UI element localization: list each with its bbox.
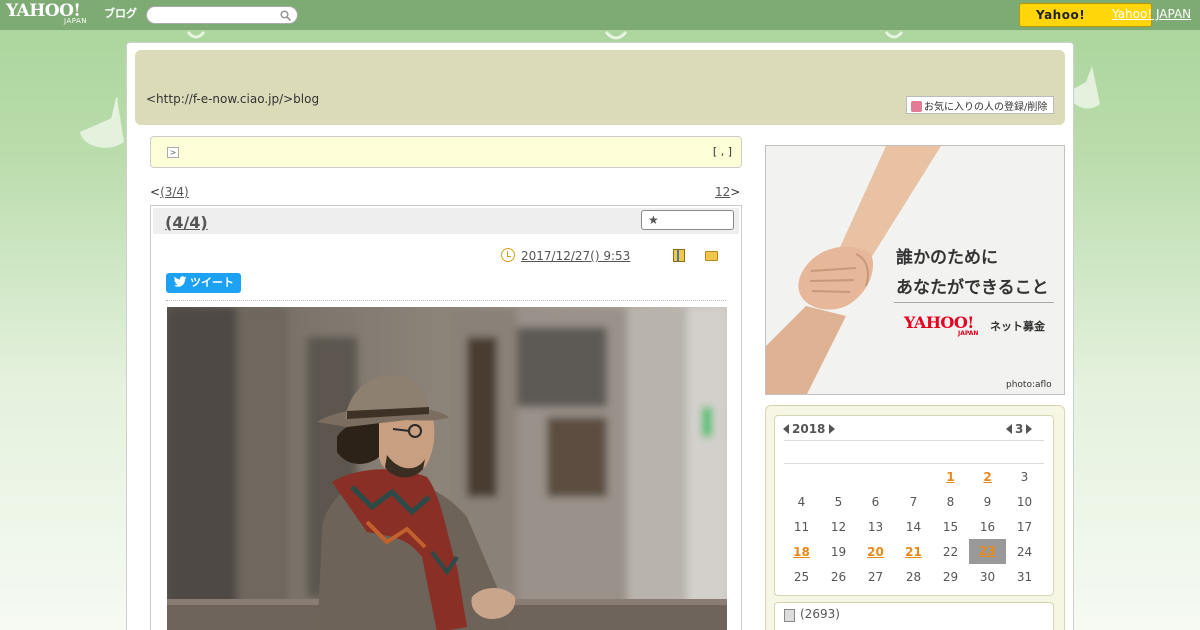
yahoo-japan-link[interactable]: Yahoo! JAPAN bbox=[1112, 7, 1191, 21]
calendar-day[interactable]: 1 bbox=[932, 467, 969, 487]
calendar-day: 8 bbox=[946, 495, 955, 509]
yahoo-blog-logo[interactable]: YAHOO! JAPAN ブログ bbox=[6, 2, 141, 28]
article-photo[interactable] bbox=[167, 307, 727, 630]
calendar-day: 5 bbox=[834, 495, 843, 509]
calendar-day[interactable]: 20 bbox=[857, 542, 894, 562]
logo-sub: JAPAN bbox=[64, 17, 88, 25]
star-icon: ★ bbox=[648, 213, 659, 227]
calendar-day: 4 bbox=[797, 495, 806, 509]
ad-photo-credit: photo:aflo bbox=[1006, 380, 1052, 390]
calendar-day[interactable]: 18 bbox=[783, 542, 820, 562]
folder-icon[interactable] bbox=[705, 251, 718, 261]
tweet-label: ツイート bbox=[190, 276, 234, 289]
search-icon[interactable] bbox=[280, 10, 291, 21]
calendar-day: 29 bbox=[942, 570, 959, 584]
calendar-day: 9 bbox=[983, 495, 992, 509]
ad-yahoo-logo-sub: JAPAN bbox=[958, 330, 979, 337]
prev-arrow: < bbox=[150, 185, 161, 199]
calendar-day: 25 bbox=[793, 570, 810, 584]
prev-year-icon[interactable] bbox=[783, 424, 789, 434]
arrow-right-icon[interactable]: > bbox=[167, 147, 179, 158]
next-year-icon[interactable] bbox=[829, 424, 835, 434]
article-date[interactable]: 2017/12/27() 9:53 bbox=[521, 249, 630, 263]
calendar-day: 6 bbox=[871, 495, 880, 509]
ad-headline-1: 誰かのために bbox=[896, 248, 998, 268]
calendar-day: 12 bbox=[830, 520, 847, 534]
calendar-day: 14 bbox=[905, 520, 922, 534]
notice-bar: > [ , ] bbox=[150, 136, 742, 168]
next-arrow: > bbox=[730, 185, 741, 199]
entry-count: (2693) bbox=[800, 607, 840, 621]
top-bar: YAHOO! JAPAN ブログ Yahoo! Yahoo! JAPAN bbox=[0, 0, 1200, 30]
favorite-button-label: お気に入りの人の登録/削除 bbox=[924, 102, 1048, 113]
calendar-day: 16 bbox=[979, 520, 996, 534]
search-input[interactable] bbox=[153, 8, 277, 22]
calendar-day: 22 bbox=[942, 545, 959, 559]
calendar-month: 3 bbox=[1015, 422, 1024, 436]
calendar-day: 24 bbox=[1016, 545, 1033, 559]
twitter-bird-icon bbox=[174, 276, 187, 287]
ad-service-name: ネット募金 bbox=[990, 320, 1045, 333]
clock-icon bbox=[501, 248, 515, 262]
article-header: (4/4) ★ bbox=[153, 208, 739, 234]
calendar-day: 26 bbox=[830, 570, 847, 584]
holding-hands-image bbox=[766, 146, 1064, 394]
calendar-day: 3 bbox=[1020, 470, 1029, 484]
notice-bracket: [ , ] bbox=[712, 145, 732, 158]
calendar-day: 28 bbox=[905, 570, 922, 584]
next-month-icon[interactable] bbox=[1026, 424, 1032, 434]
logo-service: ブログ bbox=[104, 7, 137, 20]
calendar-day: 15 bbox=[942, 520, 959, 534]
calendar-day: 7 bbox=[909, 495, 918, 509]
calendar-day: 19 bbox=[830, 545, 847, 559]
blog-url: <http://f-e-now.ciao.jp/>blog bbox=[146, 92, 320, 106]
ad-headline-2: あなたができること bbox=[896, 278, 1049, 298]
calendar-day[interactable]: 23 bbox=[969, 539, 1006, 564]
calendar-divider-top bbox=[784, 440, 1044, 441]
calendar-day: 10 bbox=[1016, 495, 1033, 509]
heart-icon bbox=[911, 101, 922, 112]
calendar-day: 30 bbox=[979, 570, 996, 584]
calendar-divider-weekdays bbox=[784, 463, 1044, 464]
prev-nav: <(3/4) bbox=[150, 185, 189, 199]
next-nav: 12> bbox=[715, 185, 740, 199]
yahoo-donation-ad[interactable] bbox=[765, 145, 1065, 395]
calendar-day[interactable]: 21 bbox=[895, 542, 932, 562]
calendar-day: 27 bbox=[867, 570, 884, 584]
calendar-day: 11 bbox=[793, 520, 810, 534]
calendar-day: 13 bbox=[867, 520, 884, 534]
book-icon[interactable] bbox=[673, 249, 685, 262]
prev-article-link[interactable]: (3/4) bbox=[160, 185, 189, 199]
ad-divider bbox=[894, 302, 1054, 303]
calendar-year: 2018 bbox=[792, 422, 826, 436]
favorite-register-button[interactable]: お気に入りの人の登録/削除 bbox=[906, 96, 1054, 114]
prev-month-icon[interactable] bbox=[1006, 424, 1012, 434]
calendar-day: 17 bbox=[1016, 520, 1033, 534]
article: (4/4) ★ 2017/12/27() 9:53 ツイート bbox=[150, 205, 742, 630]
tweet-button[interactable]: ツイート bbox=[166, 273, 241, 293]
document-icon bbox=[784, 609, 795, 622]
star-button[interactable]: ★ bbox=[641, 210, 734, 230]
dotted-divider bbox=[166, 300, 726, 301]
calendar-day[interactable]: 2 bbox=[969, 467, 1006, 487]
article-title[interactable]: (4/4) bbox=[165, 213, 208, 232]
search-box[interactable] bbox=[146, 6, 298, 24]
calendar-day: 31 bbox=[1016, 570, 1033, 584]
next-article-link[interactable]: 12 bbox=[715, 185, 730, 199]
